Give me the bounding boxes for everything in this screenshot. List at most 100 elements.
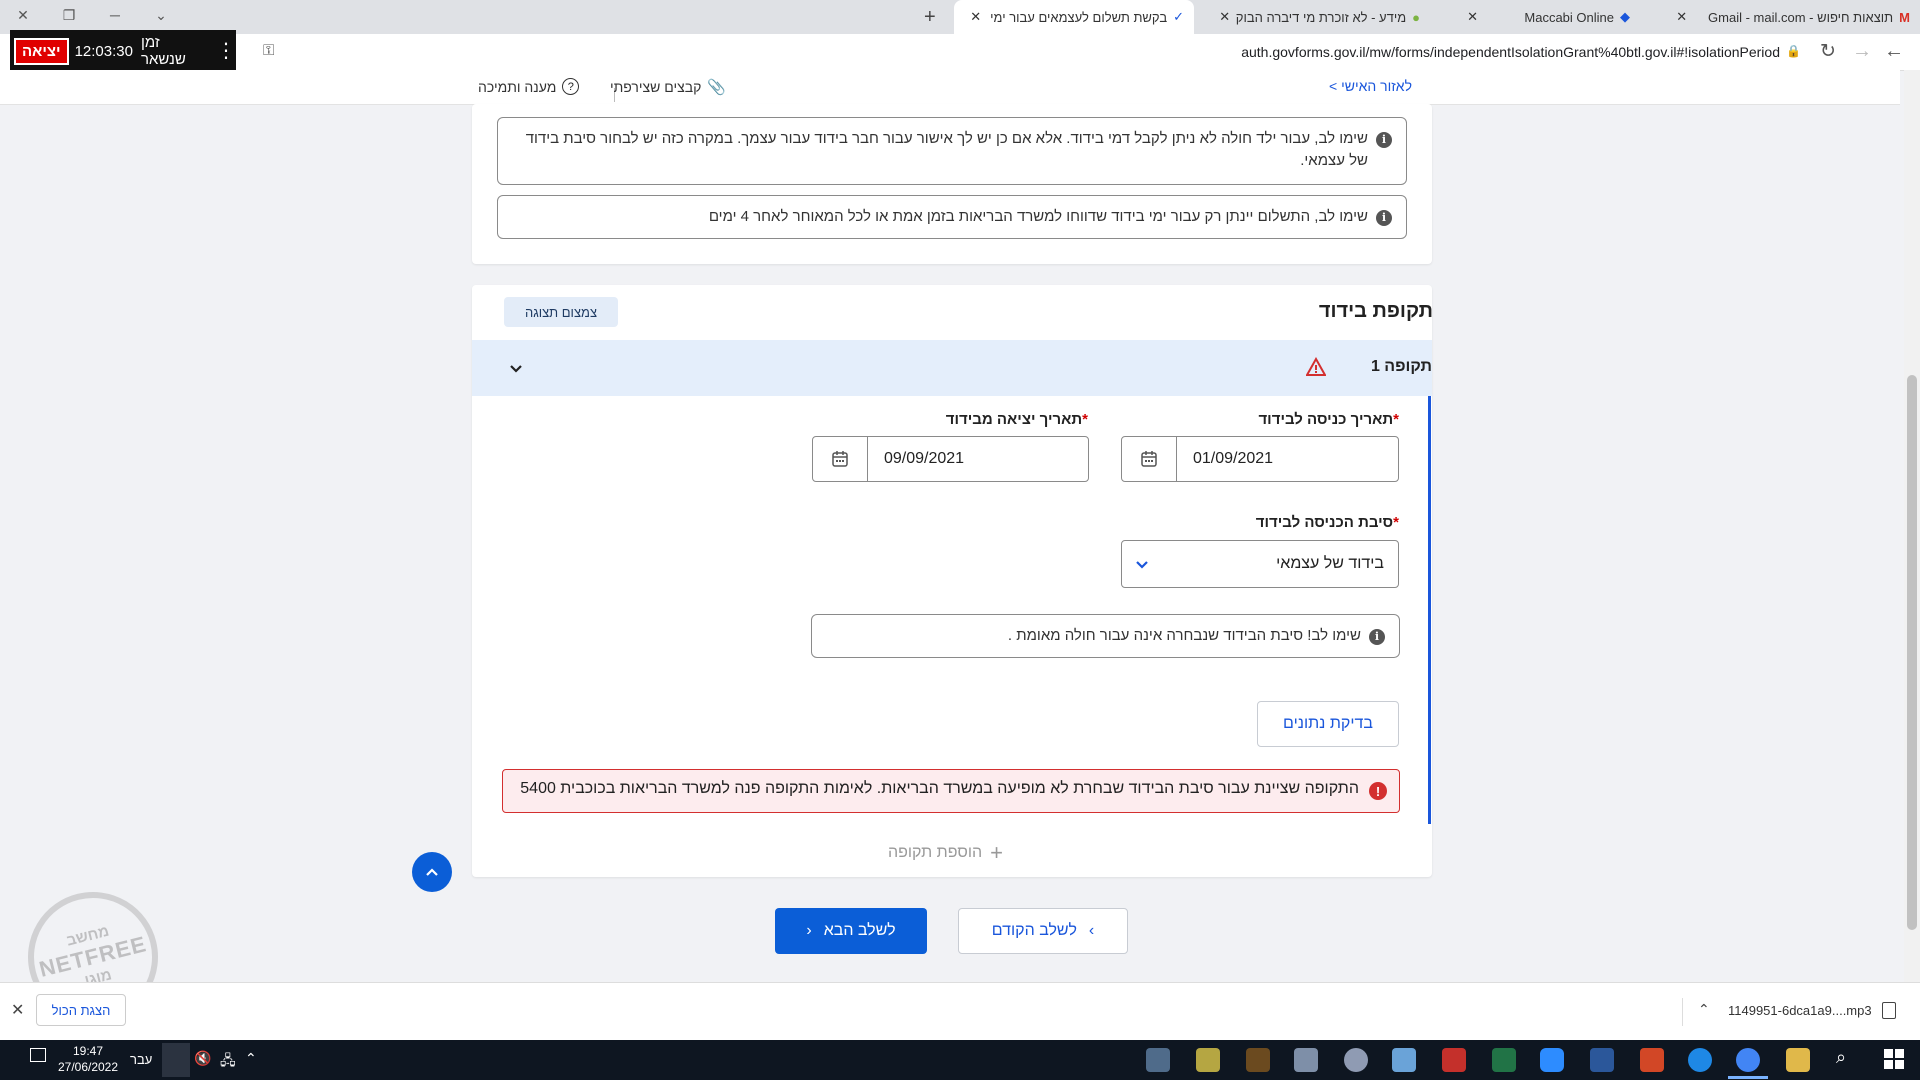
help-icon: ? [562,78,580,95]
tab-close-icon[interactable]: ✕ [1219,9,1230,25]
powerpoint-icon[interactable] [1640,1048,1664,1072]
chevron-up-icon[interactable]: ⌃ [1698,1001,1710,1018]
calculator-icon[interactable] [1392,1048,1416,1072]
network-icon[interactable]: 🖧 [220,1050,236,1074]
minimize-window-icon[interactable]: ─ [92,0,138,30]
close-download-bar-icon[interactable]: ✕ [11,1000,24,1020]
close-window-icon[interactable]: ✕ [0,0,46,30]
active-app-indicator [1728,1076,1768,1079]
warning-icon [1305,356,1327,377]
pen-icon[interactable] [162,1043,190,1077]
show-all-downloads-button[interactable]: הצגת הכול [36,994,126,1026]
period-active-bar [1428,396,1431,824]
language-indicator[interactable]: עבר [130,1052,152,1067]
chevron-up-icon[interactable]: ⌃ [245,1050,257,1067]
key-icon[interactable]: ⚿ [263,42,274,59]
file-icon [1882,1002,1896,1019]
chevron-left-icon: ‹ [806,922,812,939]
prev-step-button[interactable]: › לשלב הקודם [958,908,1128,954]
reason-select[interactable]: בידוד של עצמאי [1121,540,1399,588]
tab-close-icon[interactable]: ✕ [1467,9,1478,25]
chevron-up-icon [426,868,438,876]
personal-area-link[interactable]: < לאזור האישי [1329,78,1412,94]
zoom-icon[interactable] [1540,1048,1564,1072]
new-tab-icon[interactable]: + [924,6,936,29]
check-data-button[interactable]: בדיקת נתונים [1257,701,1399,747]
lock-icon[interactable]: 🔒 [1786,44,1801,58]
reason-notice: i שימו לב! סיבת הבידוד שנבחרה אינה עבור … [811,614,1400,658]
calendar-icon[interactable] [813,437,868,481]
chevron-down-icon[interactable] [508,360,524,376]
download-bar [0,982,1920,1041]
entry-date-label: *תאריך כניסה לבידוד [1258,411,1399,428]
restore-window-icon[interactable]: ❐ [46,0,92,30]
app-icon[interactable] [1196,1048,1220,1072]
next-step-button[interactable]: לשלב הבא ‹ [775,908,927,954]
site-icon: ● [1412,9,1420,25]
paint-icon[interactable] [1294,1048,1318,1072]
payment-notice: i שימו לב, התשלום יינתן רק עבור ימי בידו… [497,195,1407,239]
menu-dots-icon[interactable]: ⋮ [216,41,236,61]
divider [1682,998,1683,1026]
gmail-icon: M [1899,9,1910,25]
paperclip-icon: 📎 [707,79,727,96]
excel-icon[interactable] [1492,1048,1516,1072]
site-subheader [0,70,1900,105]
url-bar[interactable]: auth.govforms.gov.il/mw/forms/independen… [1241,44,1780,60]
reason-label: *סיבת הכניסה לבידוד [1255,514,1399,531]
scroll-top-button[interactable] [412,852,452,892]
entry-date-value: 01/09/2021 [1193,450,1274,467]
chevron-down-icon[interactable] [1134,557,1150,573]
plus-icon: + [990,840,1003,865]
calendar-icon[interactable] [1122,437,1177,481]
error-icon: ! [1369,782,1387,800]
tab-active-form[interactable]: ✓ בקשת תשלום לעצמאים עבור ימי ✕ [954,0,1194,34]
entry-date-field[interactable]: 01/09/2021 [1121,436,1399,482]
windows-start-icon[interactable] [1884,1049,1904,1069]
info-icon: i [1376,210,1392,226]
attachments-link[interactable]: 📎 קבצים שצירפתי [610,78,726,96]
teamviewer-icon[interactable] [1688,1048,1712,1072]
tab-close-icon[interactable]: ✕ [1676,9,1687,25]
clock[interactable]: 19:47 27/06/2022 [56,1043,120,1075]
windows-taskbar [0,1040,1920,1080]
error-message: ! התקופה שציינת עבור סיבת הבידוד שבחרת ל… [502,769,1400,813]
timer-value: 12:03:30 [74,42,133,60]
add-period-button[interactable]: + הוספת תקופה [888,840,1003,866]
period-accordion-header[interactable] [472,340,1432,396]
pdf-icon[interactable] [1442,1048,1466,1072]
app-icon[interactable] [1246,1048,1270,1072]
exit-date-field[interactable]: 09/09/2021 [812,436,1089,482]
back-icon[interactable]: ← [1884,40,1904,63]
timer-label: זמן שנשאר [140,34,186,68]
tab-info[interactable]: ● מידע - לא זוכרת מי דיברה הבוקר ✕ [1200,0,1430,34]
support-link[interactable]: ? מענה ותמיכה [478,78,580,95]
exit-button[interactable]: יציאה [14,37,69,65]
reload-icon[interactable]: ↻ [1820,40,1836,63]
tab-gmail[interactable]: M תוצאות חיפוש - Gmail - mail.com ✕ [1640,0,1920,34]
chrome-icon[interactable] [1736,1048,1760,1072]
exit-date-value: 09/09/2021 [884,450,965,467]
notifications-icon[interactable] [30,1048,46,1062]
exit-date-label: *תאריך יציאה מבידוד [945,411,1088,428]
word-icon[interactable] [1590,1048,1614,1072]
tab-maccabi[interactable]: ◆ Maccabi Online ✕ [1430,0,1640,34]
maccabi-icon: ◆ [1620,9,1630,24]
volume-muted-icon[interactable]: 🔇 [194,1050,211,1067]
section-title: תקופת בידוד [1318,300,1433,322]
session-timer: יציאה 12:03:30 זמן שנשאר ⋮ [10,30,236,72]
gov-check-icon: ✓ [1173,9,1184,24]
scrollbar-thumb[interactable] [1907,375,1917,930]
child-notice: i שימו לב, עבור ילד חולה לא ניתן לקבל דמ… [497,117,1407,185]
tab-close-icon[interactable]: ✕ [970,9,981,25]
download-file-name[interactable]: 1149951-6dca1a9....mp3 [1728,1003,1872,1018]
reason-value: בידוד של עצמאי [1276,555,1384,572]
forward-icon[interactable]: → [1852,40,1872,63]
search-icon[interactable]: ⌕ [1836,1047,1846,1068]
file-explorer-icon[interactable] [1786,1048,1810,1072]
app-icon[interactable] [1344,1048,1368,1072]
compact-view-button[interactable]: צמצום תצוגה [504,297,618,327]
app-icon[interactable] [1146,1048,1170,1072]
info-icon: i [1369,629,1385,645]
tab-search-icon[interactable]: ⌄ [138,0,184,30]
